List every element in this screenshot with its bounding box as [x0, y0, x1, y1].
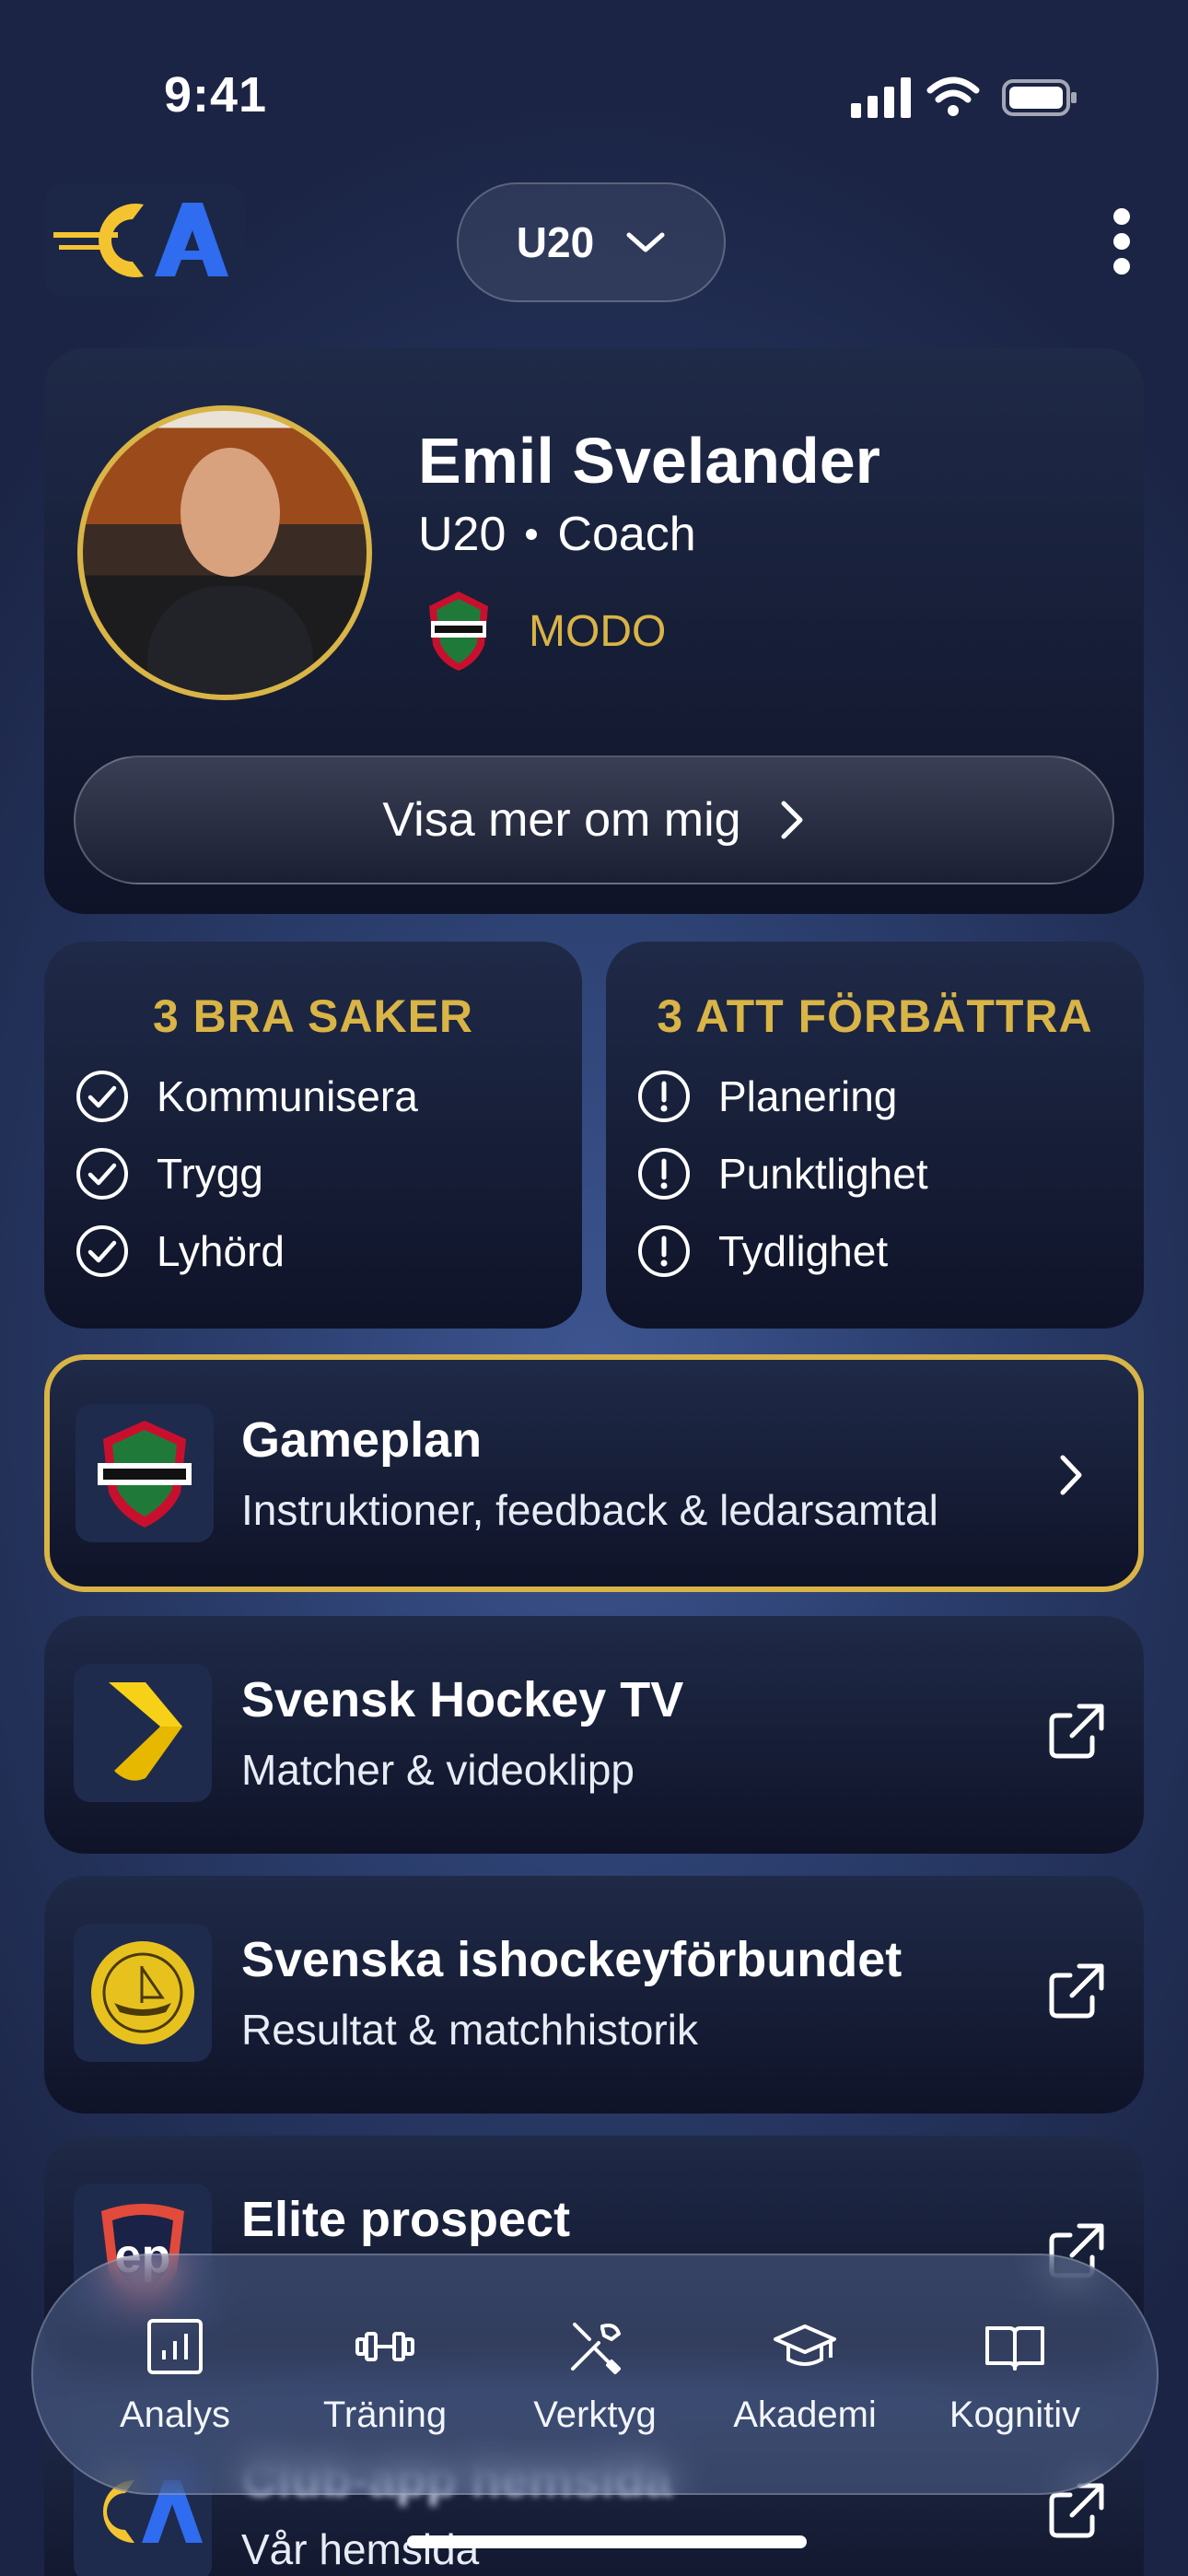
- dumbbell-icon: [355, 2331, 414, 2361]
- ep-title: Elite prospect: [241, 2192, 571, 2247]
- home-indicator: [407, 2535, 807, 2548]
- nav-kognitiv-label: Kognitiv: [949, 2394, 1081, 2435]
- profile-role: U20 Coach: [418, 507, 696, 562]
- profile-card: Emil Svelander U20 Coach MODO Visa mer o…: [44, 348, 1144, 914]
- external-link-icon: [1049, 1963, 1104, 2019]
- check-circle-icon: [76, 1148, 128, 1200]
- check-circle-icon: [76, 1071, 128, 1122]
- nav-traning-label: Träning: [322, 2394, 448, 2435]
- shtv-subtitle: Matcher & videoklipp: [241, 1746, 635, 1794]
- nav-kognitiv[interactable]: Kognitiv: [923, 2313, 1107, 2436]
- strength-label: Lyhörd: [157, 1227, 285, 1275]
- chart-icon: [147, 2318, 203, 2374]
- gameplan-subtitle: Instruktioner, feedback & ledarsamtal: [241, 1486, 938, 1534]
- nav-traning[interactable]: Träning: [293, 2313, 477, 2436]
- alert-circle-icon: [638, 1225, 690, 1277]
- sif-subtitle: Resultat & matchhistorik: [241, 2006, 698, 2054]
- club-name: MODO: [529, 606, 667, 656]
- chevron-right-icon: [1060, 1455, 1082, 1495]
- graduation-cap-icon: [774, 2324, 836, 2366]
- profile-name: Emil Svelander: [418, 425, 880, 497]
- more-options-icon[interactable]: [1105, 208, 1138, 278]
- improvements-heading: 3 ATT FÖRBÄTTRA: [657, 990, 1093, 1042]
- strengths-heading: 3 BRA SAKER: [152, 990, 474, 1042]
- shtv-title: Svensk Hockey TV: [241, 1672, 684, 1727]
- sif-title: Svenska ishockeyförbundet: [241, 1932, 903, 1987]
- improvement-item: Tydlighet: [637, 1212, 1144, 1290]
- about-me-button[interactable]: Visa mer om mig: [74, 755, 1114, 884]
- improvement-label: Tydlighet: [718, 1227, 889, 1275]
- strength-label: Kommunisera: [157, 1072, 418, 1120]
- status-icons: [851, 76, 1077, 118]
- svensk-hockey-tv-card[interactable]: Svensk Hockey TV Matcher & videoklipp: [44, 1616, 1144, 1854]
- tools-icon: [571, 2322, 621, 2374]
- profile-team: U20: [418, 508, 507, 561]
- gameplan-title: Gameplan: [241, 1412, 483, 1468]
- nav-verktyg-label: Verktyg: [533, 2394, 657, 2435]
- nav-akademi[interactable]: Akademi: [713, 2313, 897, 2436]
- chevron-down-icon: [626, 232, 665, 252]
- sif-seal-icon: [74, 1924, 212, 2062]
- wifi-icon: [926, 76, 980, 103]
- strength-item: Trygg: [76, 1135, 582, 1212]
- gameplan-card[interactable]: Gameplan Instruktioner, feedback & ledar…: [44, 1354, 1144, 1592]
- club-app-subtitle: Vår hemsida: [241, 2525, 480, 2573]
- avatar: [77, 405, 372, 700]
- strength-label: Trygg: [157, 1150, 263, 1198]
- separator-dot: [526, 529, 538, 540]
- team-selector-label: U20: [516, 218, 595, 266]
- nav-akademi-label: Akademi: [733, 2394, 877, 2435]
- strength-item: Lyhörd: [76, 1212, 582, 1290]
- bottom-navigation: Analys Träning Verktyg Akademi Kognitiv: [31, 2254, 1159, 2495]
- status-time: 9:41: [164, 67, 268, 123]
- about-me-label: Visa mer om mig: [382, 793, 741, 847]
- svenska-ishockeyforbundet-card[interactable]: Svenska ishockeyförbundet Resultat & mat…: [44, 1876, 1144, 2113]
- ca-logo-icon: [53, 203, 228, 277]
- team-selector[interactable]: U20: [457, 182, 726, 302]
- nav-verktyg[interactable]: Verktyg: [503, 2313, 687, 2436]
- check-circle-icon: [76, 1225, 128, 1277]
- profile-role-label: Coach: [557, 508, 696, 561]
- chevron-right-icon: [781, 801, 803, 839]
- nav-analys-label: Analys: [119, 2394, 231, 2435]
- app-logo[interactable]: [44, 184, 245, 297]
- modo-crest-icon: [429, 591, 488, 671]
- nav-analys[interactable]: Analys: [83, 2313, 267, 2436]
- modo-logo-icon: [76, 1404, 214, 1542]
- strength-item: Kommunisera: [76, 1058, 582, 1135]
- improvement-item: Planering: [637, 1058, 1144, 1135]
- improvements-card: 3 ATT FÖRBÄTTRA Planering Punktlighet Ty…: [606, 942, 1144, 1329]
- book-icon: [985, 2325, 1044, 2371]
- alert-circle-icon: [638, 1148, 690, 1200]
- improvement-label: Planering: [718, 1072, 898, 1120]
- alert-circle-icon: [638, 1071, 690, 1122]
- battery-icon: [1002, 79, 1077, 116]
- improvement-item: Punktlighet: [637, 1135, 1144, 1212]
- external-link-icon: [1049, 1704, 1104, 1759]
- shtv-logo-icon: [74, 1664, 212, 1802]
- signal-icon: [851, 77, 911, 118]
- strengths-card: 3 BRA SAKER Kommunisera Trygg Lyhörd: [44, 942, 582, 1329]
- improvement-label: Punktlighet: [718, 1150, 928, 1198]
- club-row: MODO: [425, 590, 666, 673]
